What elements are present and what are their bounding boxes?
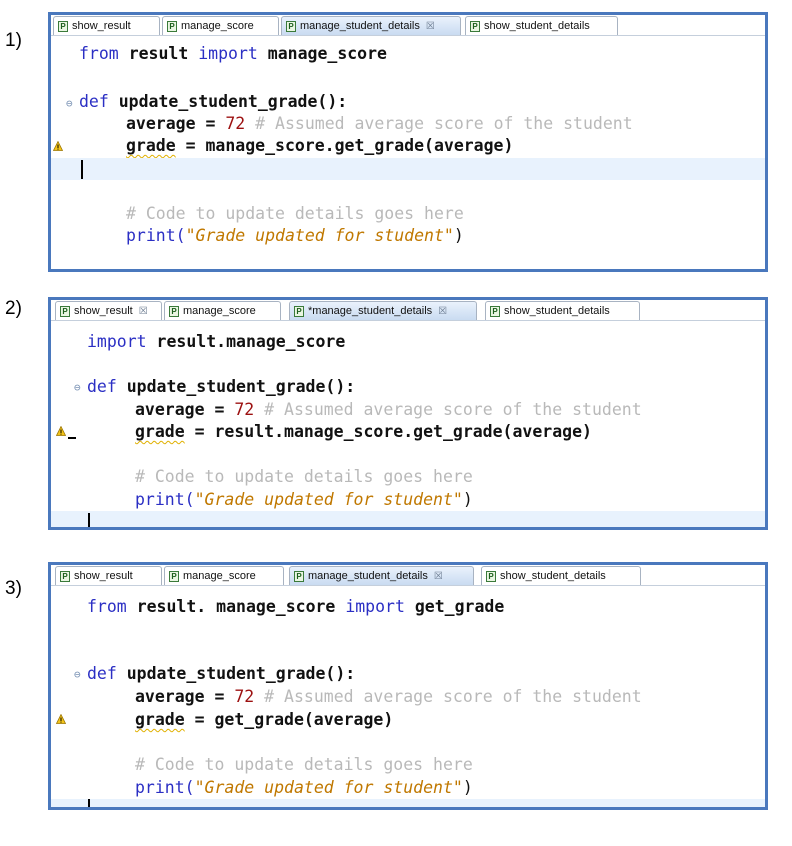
tab-show-result[interactable]: P show_result xyxy=(53,16,160,35)
tab-show-student-details[interactable]: P show_student_details xyxy=(481,566,641,585)
tab-label: show_result xyxy=(72,20,131,32)
tab-manage-student-details[interactable]: P manage_student_details ☒ xyxy=(289,566,474,585)
tab-show-result[interactable]: P show_result ☒ xyxy=(55,301,162,320)
python-file-icon: P xyxy=(490,305,500,317)
python-file-icon: P xyxy=(286,20,296,32)
code-line-print: print("Grade updated for student") xyxy=(135,490,473,509)
python-file-icon: P xyxy=(294,305,304,317)
tab-label: manage_student_details xyxy=(308,570,428,582)
close-icon[interactable]: ☒ xyxy=(434,571,443,582)
editor-panel-1: P show_result P manage_score P manage_st… xyxy=(48,12,768,272)
code-line-print: print("Grade updated for student") xyxy=(135,778,473,797)
close-icon[interactable]: ☒ xyxy=(438,306,447,317)
code-line-comment: # Code to update details goes here xyxy=(135,467,473,486)
tab-label: manage_score xyxy=(183,570,256,582)
code-line-print: print("Grade updated for student") xyxy=(126,226,464,245)
python-file-icon: P xyxy=(167,20,177,32)
tab-label: show_student_details xyxy=(504,305,610,317)
tab-label: manage_score xyxy=(183,305,256,317)
tab-manage-student-details[interactable]: P manage_student_details ☒ xyxy=(281,16,461,35)
python-file-icon: P xyxy=(470,20,480,32)
code-line-comment: # Code to update details goes here xyxy=(135,755,473,774)
tab-manage-score[interactable]: P manage_score xyxy=(164,566,284,585)
tab-label: *manage_student_details xyxy=(308,305,433,317)
current-line-highlight xyxy=(51,799,765,807)
tab-show-student-details[interactable]: P show_student_details xyxy=(465,16,618,35)
tab-manage-score[interactable]: P manage_score xyxy=(162,16,279,35)
python-file-icon: P xyxy=(294,570,304,582)
tab-manage-student-details[interactable]: P *manage_student_details ☒ xyxy=(289,301,477,320)
editor-panel-3: P show_result P manage_score P manage_st… xyxy=(48,562,768,810)
code-line-def: def update_student_grade(): xyxy=(87,377,356,396)
tab-label: manage_score xyxy=(181,20,254,32)
code-line-def: def update_student_grade(): xyxy=(87,664,356,683)
tab-label: show_student_details xyxy=(500,570,606,582)
code-line-grade: grade = manage_score.get_grade(average) xyxy=(126,136,514,155)
tab-label: show_result xyxy=(74,570,133,582)
tab-label: show_result xyxy=(74,305,133,317)
panel-number: 2) xyxy=(5,298,22,319)
python-file-icon: P xyxy=(486,570,496,582)
close-icon[interactable]: ☒ xyxy=(426,21,435,32)
code-line-average: average = 72 # Assumed average score of … xyxy=(126,114,633,133)
code-line-average: average = 72 # Assumed average score of … xyxy=(135,400,642,419)
editor-panel-2: P show_result ☒ P manage_score P *manage… xyxy=(48,297,768,530)
text-caret xyxy=(81,160,83,179)
current-line-highlight xyxy=(51,511,765,527)
tab-show-student-details[interactable]: P show_student_details xyxy=(485,301,640,320)
python-file-icon: P xyxy=(169,305,179,317)
text-caret xyxy=(88,513,90,527)
python-file-icon: P xyxy=(169,570,179,582)
current-line-highlight xyxy=(51,158,765,180)
editor-tab-bar: P show_result P manage_score P manage_st… xyxy=(51,565,765,586)
tab-label: show_student_details xyxy=(484,20,590,32)
editor-tab-bar: P show_result P manage_score P manage_st… xyxy=(51,15,765,36)
python-file-icon: P xyxy=(60,570,70,582)
tab-manage-score[interactable]: P manage_score xyxy=(164,301,281,320)
tab-label: manage_student_details xyxy=(300,20,420,32)
panel-number: 3) xyxy=(5,578,22,599)
code-line-average: average = 72 # Assumed average score of … xyxy=(135,687,642,706)
text-caret xyxy=(88,799,90,807)
code-line-import: from result. manage_score import get_gra… xyxy=(87,597,505,616)
code-line-comment: # Code to update details goes here xyxy=(126,204,464,223)
panel-number: 1) xyxy=(5,30,22,51)
python-file-icon: P xyxy=(60,305,70,317)
close-icon[interactable]: ☒ xyxy=(139,306,148,317)
code-line-grade: grade = get_grade(average) xyxy=(135,710,394,729)
code-line-def: def update_student_grade(): xyxy=(79,92,348,111)
code-line-import: import result.manage_score xyxy=(87,332,346,351)
code-line-import: from result import manage_score xyxy=(79,44,387,63)
python-file-icon: P xyxy=(58,20,68,32)
code-line-grade: grade = result.manage_score.get_grade(av… xyxy=(135,422,592,441)
editor-tab-bar: P show_result ☒ P manage_score P *manage… xyxy=(51,300,765,321)
tab-show-result[interactable]: P show_result xyxy=(55,566,162,585)
